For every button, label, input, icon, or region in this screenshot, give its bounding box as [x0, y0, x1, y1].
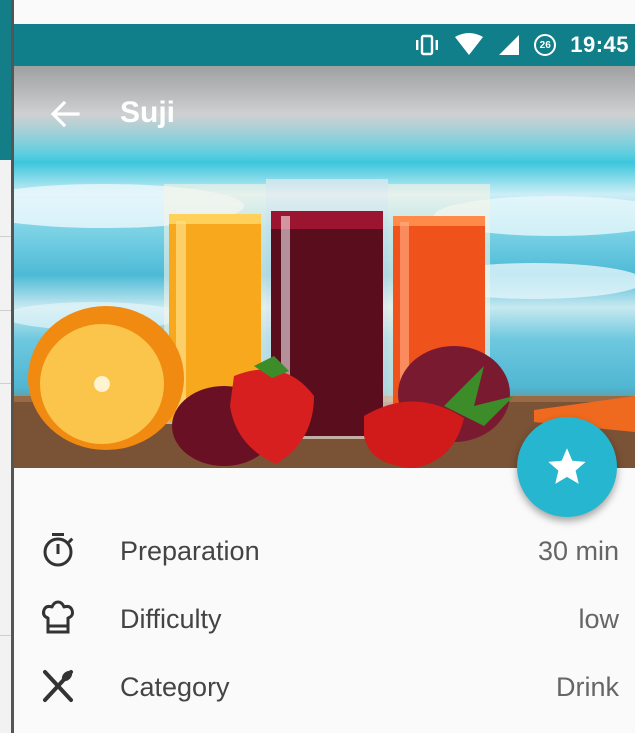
detail-label: Preparation — [120, 536, 260, 566]
detail-label: Category — [120, 672, 230, 702]
detail-row-category: Category Drink — [14, 654, 635, 722]
wifi-icon — [455, 33, 484, 55]
arrow-left-icon[interactable] — [48, 97, 82, 131]
detail-row-preparation: Preparation 30 min — [14, 518, 635, 586]
chef-hat-icon — [42, 600, 74, 634]
app-screen: 26 19:45 Suji Preparation 30 min Difficu… — [0, 0, 635, 733]
status-time: 19:45 — [570, 32, 629, 57]
page-title: Suji — [120, 96, 176, 129]
star-icon — [548, 448, 586, 484]
stopwatch-icon — [43, 533, 74, 567]
signal-icon — [499, 35, 520, 55]
status-bar: 26 19:45 — [14, 24, 635, 66]
favorite-button[interactable] — [517, 417, 617, 517]
recipe-hero-image: Suji — [14, 66, 635, 468]
detail-value: 30 min — [537, 536, 619, 566]
detail-row-difficulty: Difficulty low — [14, 586, 635, 654]
detail-value: Drink — [555, 672, 619, 702]
utensils-icon — [43, 670, 73, 702]
vibrate-icon — [416, 34, 439, 56]
recipe-detail-screen: 26 19:45 Suji Preparation 30 min Difficu… — [14, 0, 635, 733]
background-app-edge — [0, 0, 14, 733]
detail-label: Difficulty — [120, 604, 222, 634]
detail-value: low — [578, 604, 619, 634]
notification-badge-icon: 26 — [534, 34, 557, 56]
